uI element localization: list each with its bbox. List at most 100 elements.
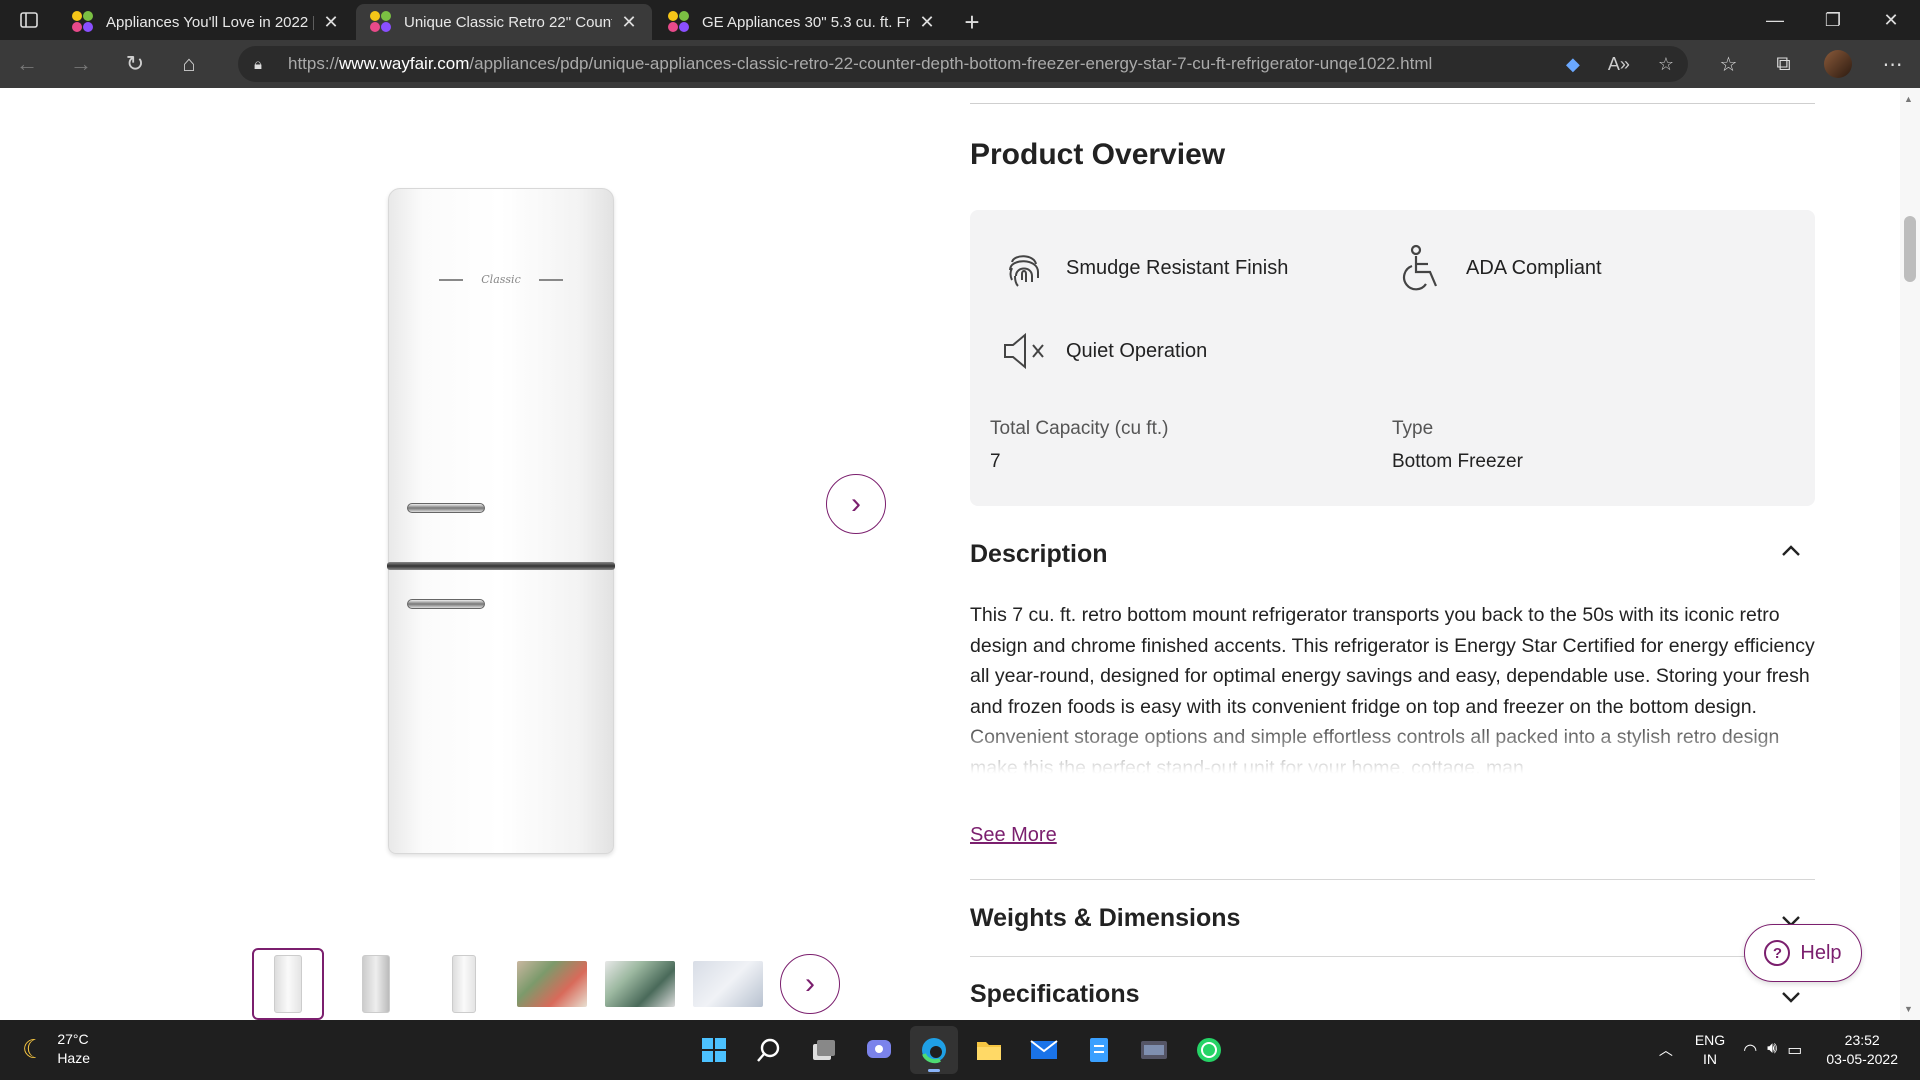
overview-title: Product Overview: [970, 138, 1226, 171]
wheelchair-icon: [1400, 244, 1448, 292]
question-icon: ?: [1764, 940, 1791, 966]
scrollbar-thumb[interactable]: [1904, 216, 1916, 282]
weather-temp: 27°C: [57, 1031, 89, 1047]
taskbar-apps: [690, 1026, 1240, 1074]
feature-label: ADA Compliant: [1466, 256, 1602, 279]
collections-icon[interactable]: ⧉: [1756, 53, 1811, 76]
clock-time: 23:52: [1844, 1032, 1880, 1048]
refresh-icon[interactable]: ↻: [108, 40, 162, 88]
feature-smudge-resistant: Smudge Resistant Finish: [1000, 244, 1288, 292]
forward-icon[interactable]: →: [54, 40, 108, 88]
tab-title: Unique Classic Retro 22" Counter: [404, 13, 612, 31]
tab-close-icon[interactable]: ✕: [918, 12, 936, 33]
quick-settings[interactable]: ◠ 🔊︎ ▭: [1743, 1040, 1802, 1060]
thumbnail-strip: ›: [252, 948, 840, 1020]
spec-value-type: Bottom Freezer: [1392, 451, 1523, 472]
moon-icon: ☾: [22, 1033, 46, 1064]
task-view-icon[interactable]: [800, 1026, 848, 1074]
edge-browser-icon[interactable]: [910, 1026, 958, 1074]
thumbnail-6[interactable]: [692, 948, 764, 1020]
url-text: https://www.wayfair.com/appliances/pdp/u…: [288, 54, 1433, 73]
tab-title: Appliances You'll Love in 2022 | W: [106, 13, 314, 31]
spec-value-capacity: 7: [990, 451, 1001, 472]
browser-tab-bar: Appliances You'll Love in 2022 | W ✕ Uni…: [0, 0, 1920, 40]
windows-taskbar: ☾ 27°C Haze ︿ ENG IN ◠ 🔊︎ ▭ 23:52 03-05-…: [0, 1020, 1920, 1080]
thumbnail-3[interactable]: [428, 948, 500, 1020]
notepad-icon[interactable]: [1075, 1026, 1123, 1074]
settings-more-icon[interactable]: ⋯: [1865, 52, 1920, 77]
weather-condition: Haze: [57, 1050, 90, 1066]
see-more-link[interactable]: See More: [970, 824, 1057, 847]
url-actions: ◆ A» ☆: [1566, 46, 1674, 82]
feature-label: Quiet Operation: [1066, 339, 1208, 362]
back-icon[interactable]: ←: [0, 40, 54, 88]
divider: [970, 956, 1815, 957]
wayfair-favicon-icon: [72, 11, 94, 33]
fingerprint-icon: [1000, 244, 1048, 292]
thumbnail-5[interactable]: [604, 948, 676, 1020]
thumbnail-2[interactable]: [340, 948, 412, 1020]
mail-icon[interactable]: [1020, 1026, 1068, 1074]
help-button[interactable]: ? Help: [1744, 924, 1862, 982]
url-field[interactable]: 🔒︎ https://www.wayfair.com/appliances/pd…: [238, 46, 1688, 82]
shopping-tag-icon[interactable]: ◆: [1566, 54, 1580, 75]
restore-icon[interactable]: ❐: [1804, 0, 1862, 40]
refrigerator-image: Classic: [387, 188, 615, 854]
door-divider: [387, 562, 615, 570]
overview-box: Smudge Resistant Finish ADA Compliant Qu…: [970, 210, 1815, 506]
favorites-icon[interactable]: ☆: [1701, 52, 1756, 77]
description-header[interactable]: Description: [970, 540, 1108, 569]
chevron-up-icon[interactable]: [1781, 540, 1801, 563]
minimize-icon[interactable]: —: [1746, 0, 1804, 40]
weights-dimensions-header[interactable]: Weights & Dimensions: [970, 904, 1240, 933]
wayfair-favicon-icon: [668, 11, 690, 33]
start-icon[interactable]: [690, 1026, 738, 1074]
weather-widget[interactable]: ☾ 27°C Haze: [22, 1030, 90, 1068]
tab-actions-icon[interactable]: [0, 0, 58, 40]
wayfair-favicon-icon: [370, 11, 392, 33]
app-window-icon[interactable]: [1130, 1026, 1178, 1074]
freezer-handle: [407, 599, 485, 609]
close-window-icon[interactable]: ✕: [1862, 0, 1920, 40]
language-indicator[interactable]: ENG IN: [1695, 1031, 1725, 1069]
new-tab-button[interactable]: +: [952, 4, 992, 40]
help-label: Help: [1800, 941, 1842, 964]
thumbnail-1[interactable]: [252, 948, 324, 1020]
tab-unique-classic[interactable]: Unique Classic Retro 22" Counter ✕: [356, 4, 652, 40]
scroll-up-icon[interactable]: ▲: [1904, 94, 1913, 104]
chevron-down-icon[interactable]: [1781, 986, 1801, 1009]
page-scrollbar[interactable]: ▲ ▼: [1900, 88, 1920, 1020]
clock[interactable]: 23:52 03-05-2022: [1826, 1031, 1898, 1069]
add-favorite-icon[interactable]: ☆: [1658, 54, 1674, 75]
specifications-header[interactable]: Specifications: [970, 980, 1140, 1009]
thumbnail-4[interactable]: [516, 948, 588, 1020]
feature-ada-compliant: ADA Compliant: [1400, 244, 1602, 292]
tab-ge-appliances[interactable]: GE Appliances 30" 5.3 cu. ft. Free ✕: [654, 4, 950, 40]
profile-avatar[interactable]: [1824, 50, 1852, 78]
show-hidden-icons-icon[interactable]: ︿: [1659, 1040, 1673, 1060]
tab-appliances[interactable]: Appliances You'll Love in 2022 | W ✕: [58, 4, 354, 40]
tab-title: GE Appliances 30" 5.3 cu. ft. Free: [702, 13, 910, 31]
product-main-image[interactable]: Classic: [380, 188, 620, 854]
description-fade: [970, 716, 1815, 780]
tab-close-icon[interactable]: ✕: [620, 12, 638, 33]
scroll-down-icon[interactable]: ▼: [1904, 1004, 1913, 1014]
whatsapp-icon[interactable]: [1185, 1026, 1233, 1074]
speaker-mute-icon: [1000, 327, 1048, 375]
language-code: ENG: [1694, 1032, 1726, 1048]
file-explorer-icon[interactable]: [965, 1026, 1013, 1074]
divider: [970, 103, 1815, 104]
feature-quiet-operation: Quiet Operation: [1000, 327, 1207, 375]
home-icon[interactable]: ⌂: [162, 40, 216, 88]
lock-icon[interactable]: 🔒︎: [254, 56, 272, 73]
system-tray: ︿ ENG IN ◠ 🔊︎ ▭ 23:52 03-05-2022: [1659, 1020, 1920, 1080]
gallery-next-button[interactable]: ›: [826, 474, 886, 534]
wifi-icon: ◠: [1743, 1042, 1758, 1059]
battery-icon: ▭: [1787, 1042, 1803, 1059]
thumbnail-next-button[interactable]: ›: [780, 954, 840, 1014]
region-code: IN: [1703, 1051, 1718, 1067]
tab-close-icon[interactable]: ✕: [322, 12, 340, 33]
search-icon[interactable]: [745, 1026, 793, 1074]
teams-chat-icon[interactable]: [855, 1026, 903, 1074]
read-aloud-icon[interactable]: A»: [1608, 54, 1630, 75]
